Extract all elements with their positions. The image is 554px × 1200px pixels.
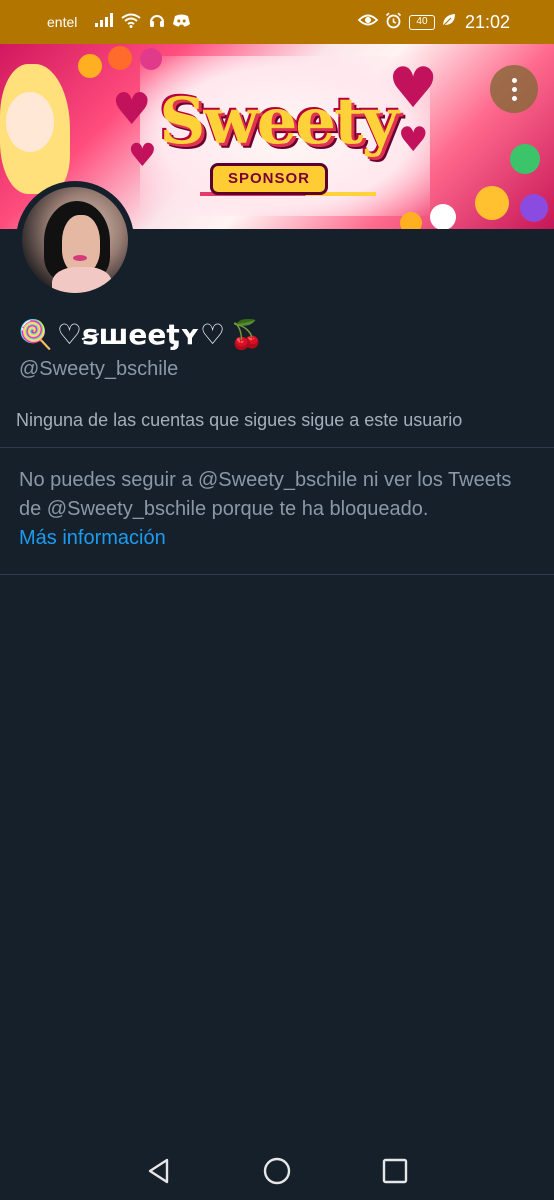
avatar-shirt [52, 267, 112, 293]
avatar-face [62, 215, 100, 273]
dot-icon [511, 86, 517, 92]
dot-icon [511, 95, 517, 101]
sticker-decoration [430, 204, 456, 229]
sponsor-tag: SPONSOR [210, 163, 328, 195]
clock: 21:02 [464, 11, 510, 32]
divider [0, 447, 554, 448]
carrier-label: entel [47, 14, 78, 30]
sticker-decoration [520, 194, 548, 222]
display-name-text: ♡ꞩꟺeeƫʏ♡ [56, 317, 226, 351]
recents-button[interactable] [380, 1156, 410, 1186]
blocked-notice: No puedes seguir a @Sweety_bschile ni ve… [19, 466, 539, 553]
sticker-decoration [400, 212, 422, 229]
back-button[interactable] [145, 1156, 175, 1186]
blocked-message: No puedes seguir a @Sweety_bschile ni ve… [19, 469, 512, 520]
profile-display-name: 🍭 ♡ꞩꟺeeƫʏ♡ 🍒 [18, 312, 264, 356]
system-navigation-bar [0, 1140, 554, 1200]
sticker-decoration [78, 54, 102, 78]
home-button[interactable] [262, 1156, 292, 1186]
sticker-decoration [140, 48, 162, 70]
avatar[interactable] [22, 187, 128, 293]
followers-you-know-note: Ninguna de las cuentas que sigues sigue … [16, 410, 463, 430]
signal-icon [95, 13, 114, 31]
eye-icon [357, 13, 379, 31]
sticker-decoration [510, 144, 540, 174]
recents-square-icon [382, 1158, 408, 1184]
profile-handle: @Sweety_bschile [19, 358, 179, 380]
sticker-decoration [108, 46, 132, 70]
alarm-icon [385, 12, 402, 33]
heart-icon: ♥ [398, 120, 429, 160]
status-bar-right: 40 21:02 [357, 0, 510, 44]
more-info-link[interactable]: Más información [19, 524, 539, 553]
lollipop-icon: 🍭 [18, 317, 53, 351]
discord-icon [173, 14, 191, 31]
more-options-button[interactable] [490, 65, 538, 113]
status-bar: entel 40 21:02 [0, 0, 554, 44]
sticker-decoration [475, 186, 509, 220]
status-bar-left: entel [47, 0, 191, 44]
battery-icon: 40 [408, 14, 435, 30]
banner-character-face [6, 92, 54, 152]
heart-icon: ♥ [112, 84, 152, 135]
leaf-icon [442, 13, 456, 31]
headset-icon [149, 13, 165, 32]
back-triangle-icon [148, 1158, 169, 1184]
home-circle-icon [263, 1157, 291, 1185]
heart-icon: ♥ [128, 136, 157, 174]
avatar-lips [73, 255, 87, 261]
wifi-icon [121, 13, 141, 32]
dot-icon [511, 77, 517, 83]
divider [0, 574, 554, 575]
cherry-icon: 🍒 [229, 317, 264, 351]
banner-logo: Sweety [159, 84, 399, 159]
